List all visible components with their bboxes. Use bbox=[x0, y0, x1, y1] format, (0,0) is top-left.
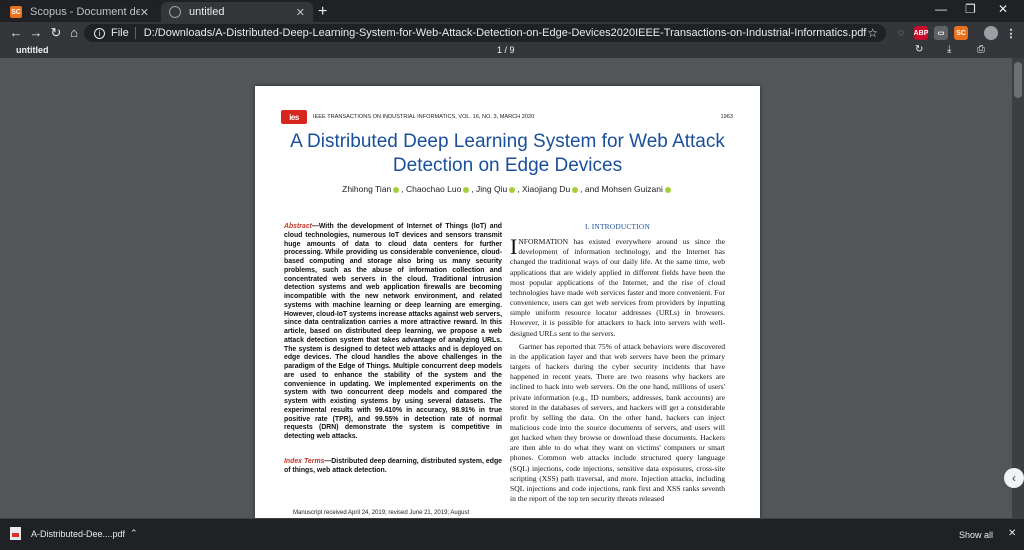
adblock-plus-icon[interactable]: ABP bbox=[914, 26, 928, 40]
author-name: Xiaojiang Du bbox=[521, 184, 571, 194]
new-tab-button[interactable]: + bbox=[318, 3, 327, 21]
author-list: Zhihong Tian, Chaochao Luo, Jing Qiu, Xi… bbox=[275, 184, 740, 194]
pdf-page: ies IEEE TRANSACTIONS ON INDUSTRIAL INFO… bbox=[255, 86, 760, 518]
manuscript-footnote: Manuscript received April 24, 2019; revi… bbox=[293, 510, 470, 516]
show-all-button[interactable]: Show all bbox=[952, 526, 1000, 544]
browser-toolbar: ← → ↻ ⌂ i File D:/Downloads/A-Distribute… bbox=[0, 22, 1024, 44]
index-terms: Index Terms—Distributed deep dearning, d… bbox=[284, 458, 502, 476]
tab-untitled[interactable]: untitled ✕ bbox=[161, 2, 313, 22]
download-filename: A-Distributed-Dee....pdf bbox=[31, 528, 126, 539]
introduction-column: I. INTRODUCTION I NFORMATION has existed … bbox=[510, 222, 725, 504]
info-icon[interactable]: i bbox=[94, 27, 105, 39]
pdf-document-title: untitled bbox=[16, 45, 49, 55]
scopus-favicon-icon: SC bbox=[10, 6, 22, 18]
loading-icon: ◌ bbox=[897, 27, 905, 39]
back-button[interactable]: ← bbox=[8, 25, 24, 40]
divider bbox=[134, 27, 136, 39]
page-number: 1963 bbox=[720, 114, 733, 120]
author-name: Zhihong Tian bbox=[342, 184, 392, 194]
print-icon[interactable]: ⎙ bbox=[977, 44, 985, 55]
download-shelf: A-Distributed-Dee....pdf ⌃ Show all ✕ bbox=[0, 518, 1024, 550]
home-button[interactable]: ⌂ bbox=[66, 25, 82, 40]
profile-avatar[interactable] bbox=[984, 26, 998, 40]
intro-paragraph-2: Gartner has reported that 75% of attack … bbox=[510, 341, 725, 504]
tab-strip: SC Scopus - Document details ✕ untitled … bbox=[0, 0, 1024, 22]
side-panel-button[interactable]: ‹ bbox=[1004, 468, 1024, 488]
orcid-icon[interactable] bbox=[463, 186, 470, 193]
tab-scopus[interactable]: SC Scopus - Document details ✕ bbox=[2, 2, 157, 22]
orcid-icon[interactable] bbox=[572, 186, 579, 193]
url-scheme: File bbox=[111, 27, 129, 39]
download-icon[interactable]: ⤓ bbox=[947, 44, 951, 55]
reload-button[interactable]: ↻ bbox=[48, 25, 64, 41]
extension-icon[interactable]: ▭ bbox=[934, 26, 948, 40]
forward-button[interactable]: → bbox=[28, 25, 44, 40]
window-close-button[interactable]: ✕ bbox=[998, 2, 1008, 16]
close-shelf-icon[interactable]: ✕ bbox=[1008, 528, 1016, 539]
orcid-icon[interactable] bbox=[393, 186, 400, 193]
running-header: ies IEEE TRANSACTIONS ON INDUSTRIAL INFO… bbox=[281, 110, 733, 124]
intro-paragraph: I NFORMATION has existed everywhere aroun… bbox=[510, 234, 725, 339]
author-name: Chaochao Luo bbox=[406, 184, 462, 194]
tab-title: untitled bbox=[189, 6, 225, 18]
ies-logo: ies bbox=[281, 110, 307, 124]
abstract-text: —With the development of Internet of Thi… bbox=[284, 223, 502, 440]
index-terms-label: Index Terms bbox=[284, 458, 325, 465]
bookmark-star-icon[interactable]: ☆ bbox=[867, 26, 878, 40]
section-heading: I. INTRODUCTION bbox=[585, 222, 650, 231]
minimize-button[interactable]: — bbox=[935, 2, 947, 16]
journal-info: IEEE TRANSACTIONS ON INDUSTRIAL INFORMAT… bbox=[313, 114, 535, 120]
page-indicator[interactable]: 1 / 9 bbox=[497, 45, 515, 55]
pdf-toolbar: untitled 1 / 9 ↻ ⤓ ⎙ bbox=[0, 44, 1024, 58]
drop-cap: I bbox=[510, 234, 518, 260]
maximize-button[interactable]: ❐ bbox=[965, 2, 976, 16]
paper-title: A Distributed Deep Learning System for W… bbox=[290, 131, 725, 176]
close-tab-icon[interactable]: ✕ bbox=[140, 6, 149, 19]
rotate-icon[interactable]: ↻ bbox=[915, 44, 923, 55]
scrollbar-thumb[interactable] bbox=[1014, 62, 1022, 98]
chevron-up-icon[interactable]: ⌃ bbox=[130, 528, 138, 539]
download-item[interactable]: A-Distributed-Dee....pdf bbox=[10, 527, 125, 540]
scopus-extension-icon[interactable]: SC bbox=[954, 26, 968, 40]
tab-title: Scopus - Document details bbox=[30, 6, 140, 18]
orcid-icon[interactable] bbox=[664, 186, 671, 193]
author-name: Mohsen Guizani bbox=[601, 184, 663, 194]
abstract: Abstract—With the development of Interne… bbox=[284, 223, 502, 442]
globe-icon bbox=[169, 6, 181, 18]
author-name: Jing Qiu bbox=[476, 184, 508, 194]
address-bar[interactable]: i File D:/Downloads/A-Distributed-Deep-L… bbox=[84, 24, 886, 42]
intro-paragraph-text: NFORMATION has existed everywhere around… bbox=[510, 237, 725, 338]
scrollbar-track[interactable] bbox=[1012, 58, 1024, 518]
pdf-file-icon bbox=[10, 527, 21, 540]
close-tab-icon[interactable]: ✕ bbox=[296, 6, 305, 19]
url-text[interactable]: D:/Downloads/A-Distributed-Deep-Learning… bbox=[144, 27, 868, 39]
menu-dots-icon[interactable]: ⋮ bbox=[1004, 26, 1018, 40]
orcid-icon[interactable] bbox=[509, 186, 516, 193]
abstract-label: Abstract bbox=[284, 223, 312, 230]
